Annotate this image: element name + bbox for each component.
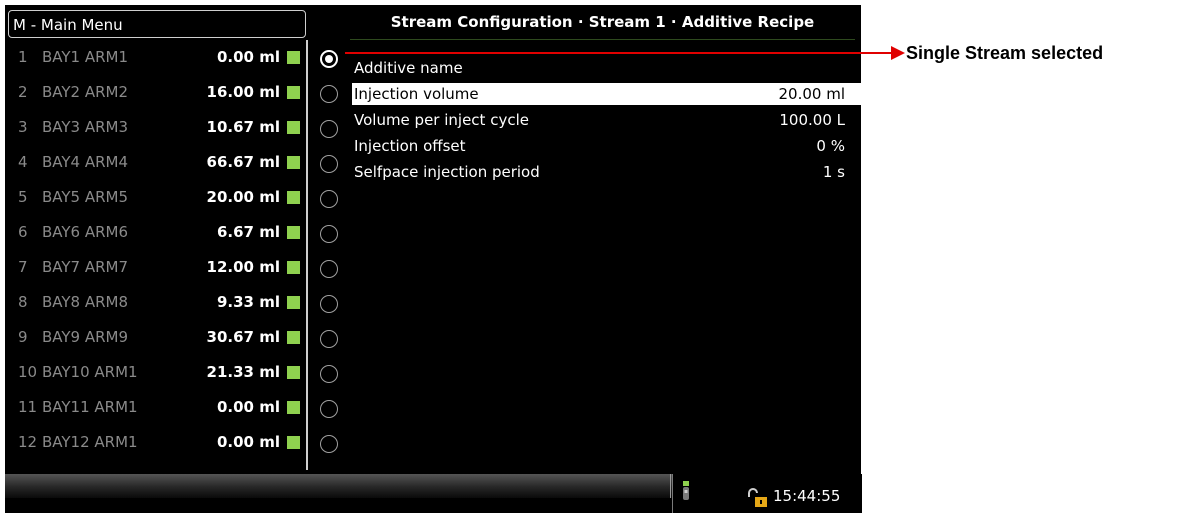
param-value: 1 s <box>822 163 845 181</box>
arm-volume: 20.00 ml <box>206 188 280 206</box>
main-menu-title[interactable]: M - Main Menu <box>8 10 306 38</box>
arm-row[interactable]: 10 BAY10 ARM1 21.33 ml <box>8 355 308 389</box>
stream-radio-button[interactable] <box>320 365 338 383</box>
device-icon <box>683 481 689 500</box>
status-led-icon <box>287 261 300 274</box>
arm-row[interactable]: 12 BAY12 ARM1 0.00 ml <box>8 425 308 459</box>
arm-number: 3 <box>18 118 28 136</box>
status-led-icon <box>287 366 300 379</box>
arm-volume: 16.00 ml <box>206 83 280 101</box>
param-label: Selfpace injection period <box>354 163 540 181</box>
param-row[interactable]: Injection offset 0 % <box>352 135 861 157</box>
status-led-icon <box>287 156 300 169</box>
arm-row[interactable]: 1 BAY1 ARM1 0.00 ml <box>8 40 308 74</box>
arm-volume: 10.67 ml <box>206 118 280 136</box>
arm-row[interactable]: 8 BAY8 ARM8 9.33 ml <box>8 285 308 319</box>
stream-radio-button[interactable] <box>320 225 338 243</box>
arm-number: 2 <box>18 83 28 101</box>
status-led-icon <box>287 121 300 134</box>
arm-volume: 6.67 ml <box>216 223 280 241</box>
arm-number: 6 <box>18 223 28 241</box>
arm-number: 5 <box>18 188 28 206</box>
arm-number: 1 <box>18 48 28 66</box>
status-led-icon <box>287 331 300 344</box>
param-row[interactable]: Injection volume 20.00 ml <box>352 83 861 105</box>
arm-name: BAY9 ARM9 <box>42 328 129 346</box>
arm-name: BAY10 ARM1 <box>42 363 138 381</box>
annotation-arrow <box>345 46 905 60</box>
param-row[interactable]: Volume per inject cycle 100.00 L <box>352 109 861 131</box>
status-led-icon <box>287 401 300 414</box>
title-divider <box>350 39 855 40</box>
param-label: Volume per inject cycle <box>354 111 529 129</box>
stream-radio-button[interactable] <box>320 120 338 138</box>
arm-name: BAY12 ARM1 <box>42 433 138 451</box>
stream-radio-button[interactable] <box>320 435 338 453</box>
arm-list: 1 BAY1 ARM1 0.00 ml 2 BAY2 ARM2 16.00 ml 3 BAY3… <box>8 40 308 470</box>
unlocked-padlock-icon <box>748 488 767 507</box>
arm-number: 12 <box>18 433 38 451</box>
arm-number: 9 <box>18 328 28 346</box>
stream-radio-button[interactable] <box>320 295 338 313</box>
arm-row[interactable]: 3 BAY3 ARM3 10.67 ml <box>8 110 308 144</box>
arm-name: BAY7 ARM7 <box>42 258 129 276</box>
stream-radio-button[interactable] <box>320 260 338 278</box>
status-clock: 15:44:55 <box>773 487 841 505</box>
arm-name: BAY11 ARM1 <box>42 398 138 416</box>
stream-radio-button[interactable] <box>320 85 338 103</box>
stream-radio-button[interactable] <box>320 400 338 418</box>
arm-volume: 66.67 ml <box>206 153 280 171</box>
config-title: Stream Configuration · Stream 1 · Additi… <box>390 13 815 31</box>
arm-volume: 9.33 ml <box>216 293 280 311</box>
arm-row[interactable]: 11 BAY11 ARM1 0.00 ml <box>8 390 308 424</box>
status-led-icon <box>287 436 300 449</box>
arm-name: BAY2 ARM2 <box>42 83 129 101</box>
arm-name: BAY4 ARM4 <box>42 153 129 171</box>
status-led-icon <box>287 86 300 99</box>
arm-number: 4 <box>18 153 28 171</box>
param-label: Injection offset <box>354 137 466 155</box>
arm-volume: 30.67 ml <box>206 328 280 346</box>
arm-row[interactable]: 2 BAY2 ARM2 16.00 ml <box>8 75 308 109</box>
status-led-icon <box>287 51 300 64</box>
arm-row[interactable]: 9 BAY9 ARM9 30.67 ml <box>8 320 308 354</box>
param-label: Injection volume <box>354 85 479 103</box>
hmi-screen: M - Main Menu 1 BAY1 ARM1 0.00 ml 2 BAY2 ARM… <box>5 5 862 513</box>
param-value: 0 % <box>816 137 845 155</box>
stream-radio-button[interactable] <box>320 330 338 348</box>
status-divider <box>670 474 671 498</box>
param-value: 100.00 L <box>779 111 845 129</box>
status-led-icon <box>287 226 300 239</box>
arm-number: 8 <box>18 293 28 311</box>
param-row[interactable]: Selfpace injection period 1 s <box>352 161 861 183</box>
arm-volume: 21.33 ml <box>206 363 280 381</box>
arm-row[interactable]: 6 BAY6 ARM6 6.67 ml <box>8 215 308 249</box>
annotation-label: Single Stream selected <box>906 43 1104 63</box>
arm-row[interactable]: 4 BAY4 ARM4 66.67 ml <box>8 145 308 179</box>
arm-volume: 12.00 ml <box>206 258 280 276</box>
arm-row[interactable]: 5 BAY5 ARM5 20.00 ml <box>8 180 308 214</box>
stream-radio-button[interactable] <box>320 50 338 68</box>
status-led-icon <box>287 296 300 309</box>
arm-number: 7 <box>18 258 28 276</box>
arm-name: BAY6 ARM6 <box>42 223 129 241</box>
arm-row[interactable]: 7 BAY7 ARM7 12.00 ml <box>8 250 308 284</box>
stream-radio-button[interactable] <box>320 190 338 208</box>
arm-volume: 0.00 ml <box>216 48 280 66</box>
arm-name: BAY1 ARM1 <box>42 48 129 66</box>
arm-name: BAY5 ARM5 <box>42 188 129 206</box>
status-led-icon <box>287 191 300 204</box>
arm-name: BAY8 ARM8 <box>42 293 129 311</box>
stream-radio-button[interactable] <box>320 155 338 173</box>
arm-volume: 0.00 ml <box>216 433 280 451</box>
arm-number: 11 <box>18 398 38 416</box>
arm-number: 10 <box>18 363 38 381</box>
arm-name: BAY3 ARM3 <box>42 118 129 136</box>
param-value: 20.00 ml <box>778 85 846 103</box>
arm-volume: 0.00 ml <box>216 398 280 416</box>
